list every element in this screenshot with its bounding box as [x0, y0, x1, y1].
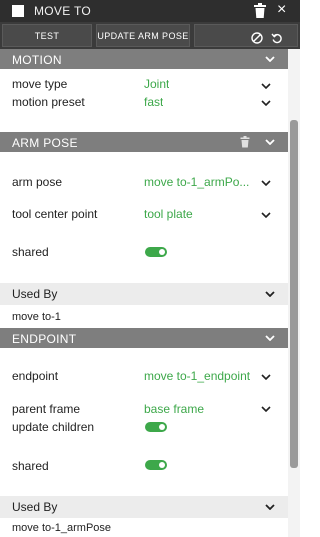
reset-icon[interactable] — [271, 30, 283, 44]
scrollbar-thumb[interactable] — [290, 120, 298, 468]
update-arm-pose-button[interactable]: UPDATE ARM POSE — [96, 24, 190, 47]
section-title: ARM POSE — [12, 136, 78, 150]
title-bar: MOVE TO × — [0, 0, 300, 22]
move-type-label: move type — [12, 77, 68, 91]
shared-toggle[interactable] — [145, 460, 167, 470]
select-checkbox[interactable] — [12, 5, 24, 17]
chevron-down-icon[interactable] — [261, 212, 271, 218]
chevron-down-icon[interactable] — [265, 291, 275, 297]
used-by-header[interactable]: Used By — [0, 283, 288, 305]
update-children-toggle[interactable] — [145, 422, 167, 432]
shared-label: shared — [12, 245, 49, 259]
shared-label: shared — [12, 459, 49, 473]
section-title: ENDPOINT — [12, 332, 77, 346]
trash-icon[interactable] — [253, 3, 267, 19]
tool-center-point-label: tool center point — [12, 207, 98, 221]
chevron-down-icon[interactable] — [265, 504, 275, 510]
endpoint-select[interactable]: move to-1_endpoint — [144, 369, 258, 383]
toolbar-actions — [194, 24, 298, 47]
motion-preset-select[interactable]: fast — [144, 95, 163, 109]
arm-pose-label: arm pose — [12, 175, 63, 189]
test-button[interactable]: TEST — [2, 24, 92, 47]
chevron-down-icon[interactable] — [265, 139, 275, 145]
close-icon[interactable]: × — [277, 2, 286, 18]
parent-frame-select[interactable]: base frame — [144, 402, 204, 416]
toggle-knob — [159, 424, 165, 430]
used-by-item[interactable]: move to-1 — [12, 311, 61, 323]
motion-preset-label: motion preset — [12, 95, 85, 109]
move-type-select[interactable]: Joint — [144, 77, 169, 91]
tool-center-point-select[interactable]: tool plate — [144, 207, 193, 221]
toolbar: TEST UPDATE ARM POSE — [0, 22, 300, 49]
trash-icon[interactable] — [240, 136, 250, 148]
shared-toggle[interactable] — [145, 247, 167, 257]
disable-icon[interactable] — [251, 30, 263, 44]
chevron-down-icon[interactable] — [261, 83, 271, 89]
chevron-down-icon[interactable] — [261, 406, 271, 412]
window-title: MOVE TO — [34, 4, 92, 18]
motion-section-header[interactable]: MOTION — [0, 49, 288, 69]
chevron-down-icon[interactable] — [265, 56, 275, 62]
section-title: MOTION — [12, 53, 62, 67]
endpoint-section-header[interactable]: ENDPOINT — [0, 328, 288, 348]
used-by-header[interactable]: Used By — [0, 496, 288, 518]
arm-pose-select[interactable]: move to-1_armPo... — [144, 175, 256, 189]
used-by-label: Used By — [12, 287, 58, 301]
endpoint-label: endpoint — [12, 369, 59, 383]
chevron-down-icon[interactable] — [265, 335, 275, 341]
toggle-knob — [159, 462, 165, 468]
update-children-label: update children — [12, 420, 95, 434]
toggle-knob — [159, 249, 165, 255]
used-by-item[interactable]: move to-1_armPose — [12, 522, 111, 534]
parent-frame-label: parent frame — [12, 402, 81, 416]
chevron-down-icon[interactable] — [261, 374, 271, 380]
chevron-down-icon[interactable] — [261, 180, 271, 186]
chevron-down-icon[interactable] — [261, 100, 271, 106]
arm-pose-section-header[interactable]: ARM POSE — [0, 132, 288, 152]
used-by-label: Used By — [12, 500, 58, 514]
